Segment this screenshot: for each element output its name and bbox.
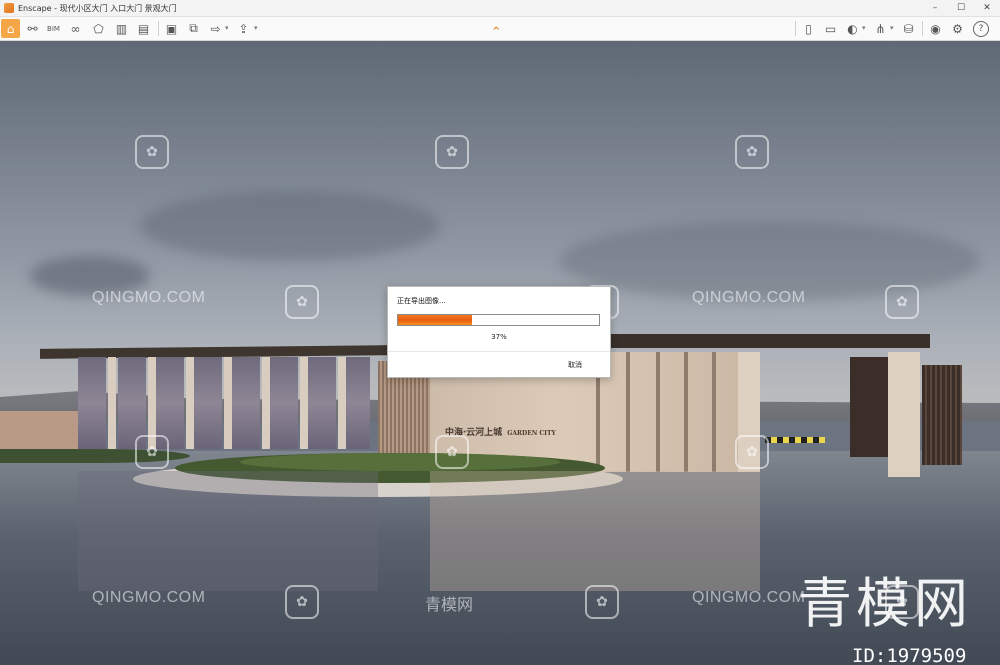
wall-reflection	[430, 471, 760, 591]
title-bar: Enscape - 现代小区大门 入口大门 景观大门 – ☐ ✕	[0, 0, 1000, 17]
cancel-button[interactable]: 取消	[568, 360, 582, 370]
wall-fin	[684, 352, 688, 472]
column	[186, 357, 194, 449]
home-icon[interactable]: ⌂	[1, 19, 20, 38]
side-screen	[922, 365, 962, 465]
column	[108, 357, 116, 449]
image-id-label: ID:1979509	[852, 645, 967, 665]
window-title: Enscape - 现代小区大门 入口大门 景观大门	[18, 3, 177, 13]
toolbar-separator	[922, 21, 923, 36]
export-progress-bar	[397, 314, 600, 326]
link-icon[interactable]: ⚯	[23, 19, 42, 38]
lawn-island-top	[240, 453, 560, 471]
chevron-down-icon[interactable]: ▾	[254, 24, 258, 32]
buildings-icon[interactable]: ▥	[112, 19, 131, 38]
enscape-logo-icon	[4, 3, 14, 13]
bim-icon[interactable]: BIM	[44, 19, 63, 38]
glass-panel	[194, 357, 222, 449]
chevron-down-icon[interactable]: ▾	[225, 24, 229, 32]
wall-fin	[656, 352, 660, 472]
views-icon[interactable]: ▯	[799, 19, 818, 38]
pavilion-reflection	[78, 471, 378, 591]
column	[338, 357, 346, 449]
batch-render-icon[interactable]: ⧉	[184, 19, 203, 38]
watermark-logo-icon: ✿	[735, 435, 769, 469]
watermark-logo-icon: ✿	[435, 435, 469, 469]
cloud	[140, 191, 440, 261]
dialog-title: 正在导出图像...	[397, 297, 446, 305]
visibility-icon[interactable]: ◉	[926, 19, 945, 38]
boundary-wall	[0, 411, 80, 451]
upload-icon[interactable]: ⇪	[234, 19, 253, 38]
glass-panel	[346, 357, 370, 449]
compass-icon[interactable]: ◐	[843, 19, 862, 38]
wall-fin	[712, 352, 716, 472]
capture-icon[interactable]: ⬠	[89, 19, 108, 38]
progress-fill	[398, 315, 473, 325]
right-canopy-roof	[600, 334, 930, 348]
close-icon[interactable]: ✕	[974, 0, 1000, 16]
help-icon[interactable]: ?	[973, 21, 989, 37]
atlas-icon[interactable]: ⋔	[871, 19, 890, 38]
watermark-text: QINGMO.COM	[92, 589, 206, 606]
entrance-sign-subtitle: GARDEN CITY	[507, 430, 556, 437]
guard-house	[850, 357, 890, 457]
watermark-logo-icon: ✿	[285, 285, 319, 319]
wall-fin	[626, 352, 630, 472]
settings-icon[interactable]: ⚙	[948, 19, 967, 38]
asset-library-icon[interactable]: ⛁	[899, 19, 918, 38]
clapper-icon[interactable]: ▤	[134, 19, 153, 38]
toolbar-separator	[795, 21, 796, 36]
window-controls: – ☐ ✕	[922, 0, 1000, 16]
watermark-logo-icon: ✿	[135, 435, 169, 469]
export-icon[interactable]: ⇨	[206, 19, 225, 38]
watermark-text-cn: 青模网	[425, 595, 474, 614]
column	[224, 357, 232, 449]
screenshot-icon[interactable]: ▣	[162, 19, 181, 38]
column	[262, 357, 270, 449]
watermark-logo-icon: ✿	[135, 135, 169, 169]
progress-percent: 37%	[491, 333, 507, 341]
watermark-text: QINGMO.COM	[692, 589, 806, 606]
watermark-logo-icon: ✿	[735, 135, 769, 169]
watermark-logo-icon: ✿	[285, 585, 319, 619]
dialog-divider	[388, 351, 610, 352]
maximize-icon[interactable]: ☐	[948, 0, 974, 16]
glass-panel	[270, 357, 298, 449]
glass-panel	[232, 357, 260, 449]
chevron-down-icon[interactable]: ▾	[890, 24, 894, 32]
barrier-gate	[765, 437, 825, 443]
glass-panel	[308, 357, 336, 449]
chevron-down-icon[interactable]: ▾	[862, 24, 866, 32]
collapse-toolbar-chevron-icon[interactable]: ^	[492, 26, 500, 37]
watermark-text: QINGMO.COM	[692, 289, 806, 306]
watermark-text: QINGMO.COM	[92, 289, 206, 306]
toolbar-separator	[158, 21, 159, 36]
watermark-logo-icon: ✿	[435, 135, 469, 169]
gate-pillar	[888, 352, 920, 477]
watermark-logo-icon: ✿	[585, 585, 619, 619]
export-progress-dialog: 正在导出图像... 37% 取消	[387, 286, 611, 378]
column	[300, 357, 308, 449]
glass-panel	[78, 357, 106, 449]
watermark-logo-icon: ✿	[885, 285, 919, 319]
brand-watermark: 青模网	[798, 572, 972, 635]
binoculars-icon[interactable]: ∞	[66, 19, 85, 38]
panorama-icon[interactable]: ▭	[821, 19, 840, 38]
minimize-icon[interactable]: –	[922, 0, 948, 16]
